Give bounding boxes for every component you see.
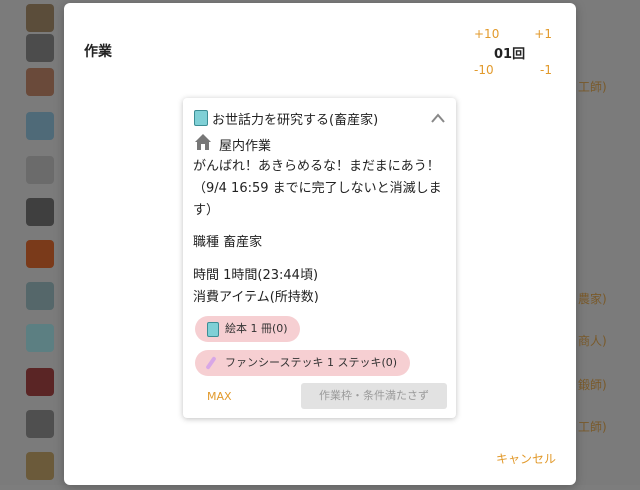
minus-10-button[interactable]: -10 bbox=[474, 63, 494, 77]
consume-item-wand: ファンシーステッキ 1 ステッキ(0) bbox=[195, 350, 410, 376]
minus-1-button[interactable]: -1 bbox=[540, 63, 552, 77]
count-stepper: +10 +1 01回 -10 -1 bbox=[474, 27, 552, 77]
start-work-button[interactable]: 作業枠・条件満たさず bbox=[301, 383, 447, 409]
task-card: お世話力を研究する(畜産家) 屋内作業 がんばれ！あきらめるな！まだまにあう！（… bbox=[183, 98, 456, 418]
work-time: 時間 1時間(23:44頃) bbox=[193, 268, 319, 283]
knife-icon bbox=[26, 112, 54, 140]
chevron-up-icon[interactable] bbox=[430, 109, 446, 123]
tools-icon bbox=[26, 68, 54, 96]
task-message: がんばれ！あきらめるな！まだまにあう！（9/4 16:59 までに完了しないと消… bbox=[193, 159, 442, 218]
axe-icon bbox=[26, 198, 54, 226]
consume-item-label: 絵本 1 冊(0) bbox=[225, 322, 288, 335]
list-item-right-text: 商人) bbox=[578, 334, 607, 348]
work-place-label: 屋内作業 bbox=[219, 139, 272, 154]
plus-10-button[interactable]: +10 bbox=[474, 27, 499, 41]
dialog-title: 作業 bbox=[84, 44, 112, 60]
book-icon bbox=[26, 324, 54, 352]
list-item-right-text: 工師) bbox=[578, 80, 607, 94]
wand-icon bbox=[205, 356, 217, 370]
hammer-icon bbox=[26, 34, 54, 62]
kettle-icon bbox=[26, 282, 54, 310]
repeat-count: 01回 bbox=[494, 47, 526, 62]
work-dialog: 作業 +10 +1 01回 -10 -1 お世話力を研究する(畜産家) 屋内作業… bbox=[64, 3, 576, 485]
list-item-right-text: 工師) bbox=[578, 420, 607, 434]
consume-item-book: 絵本 1 冊(0) bbox=[195, 316, 300, 342]
task-title: お世話力を研究する(畜産家) bbox=[212, 113, 379, 128]
meat-icon bbox=[26, 368, 54, 396]
stone-icon bbox=[26, 156, 54, 184]
leather-icon bbox=[26, 240, 54, 268]
book-icon bbox=[207, 322, 219, 337]
pot-icon bbox=[26, 410, 54, 438]
cancel-button[interactable]: キャンセル bbox=[496, 450, 556, 467]
plus-1-button[interactable]: +1 bbox=[534, 27, 552, 41]
consume-item-label: ファンシーステッキ 1 ステッキ(0) bbox=[225, 356, 398, 369]
max-button[interactable]: MAX bbox=[207, 390, 232, 403]
house-icon bbox=[194, 133, 212, 151]
consume-items-label: 消費アイテム(所持数) bbox=[193, 290, 319, 305]
crate-icon bbox=[26, 452, 54, 480]
job-type: 職種 畜産家 bbox=[193, 235, 263, 250]
work-place: 屋内作業 bbox=[194, 133, 394, 154]
list-item-right-text: 農家) bbox=[578, 292, 607, 306]
task-header: お世話力を研究する(畜産家) bbox=[194, 107, 450, 129]
book-icon bbox=[194, 110, 208, 126]
list-item-right-text: 鍛師) bbox=[578, 378, 607, 392]
